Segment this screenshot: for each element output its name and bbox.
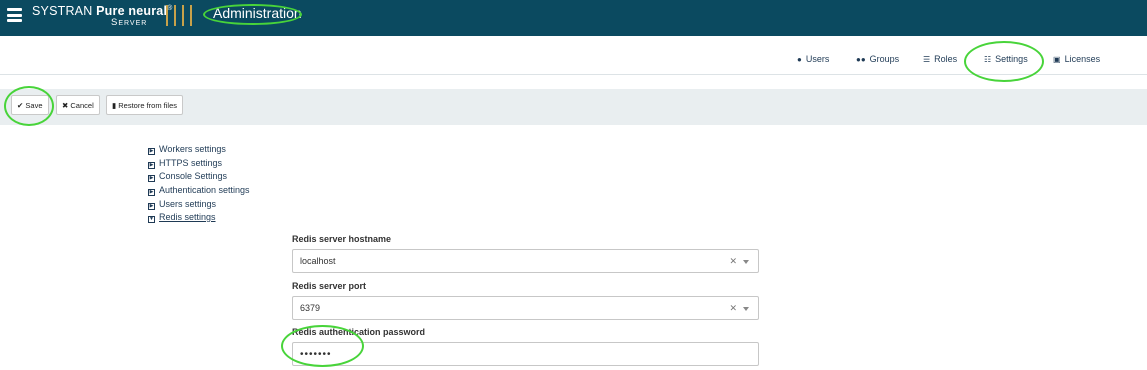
tab-licenses-label: Licenses [1064,54,1101,64]
collapse-icon: ▼ [148,216,155,223]
brand-logo: SYSTRAN Pure neural® Server [32,4,172,28]
section-https[interactable]: ▶ HTTPS settings [148,158,222,169]
tab-users-label: Users [805,54,830,64]
section-console[interactable]: ▶ Console Settings [148,171,227,182]
chevron-down-icon[interactable] [743,307,749,311]
section-label: Authentication settings [159,185,250,195]
redis-hostname-value: localhost [300,256,336,266]
highlight-ellipse-settings [964,41,1044,82]
restore-button[interactable]: ▮ Restore from files [106,95,184,115]
section-label: HTTPS settings [159,158,223,168]
top-bar: SYSTRAN Pure neural® Server Administrati… [0,0,1147,36]
list-icon: ☰ [923,55,931,64]
redis-hostname-field[interactable]: localhost ✕ [292,249,759,273]
brand-bold: Pure neural [96,4,168,18]
tab-roles[interactable]: ☰ Roles [923,54,957,64]
close-icon: ✖ [62,101,69,110]
section-label: Workers settings [159,144,226,154]
brand-subtitle: Server [111,17,148,28]
tab-roles-label: Roles [934,54,958,64]
highlight-ellipse-title [203,4,302,25]
section-label: Redis settings [159,212,216,222]
cancel-button-label: Cancel [70,101,94,110]
highlight-ellipse-password [281,325,364,367]
id-card-icon: ▣ [1053,55,1061,64]
redis-hostname-label: Redis server hostname [292,234,392,244]
tab-groups-label: Groups [869,54,900,64]
expand-icon: ▶ [148,189,155,196]
expand-icon: ▶ [148,148,155,155]
chevron-down-icon[interactable] [743,260,749,264]
tab-groups[interactable]: ●● Groups [856,54,899,64]
file-icon: ▮ [112,101,117,110]
tab-users[interactable]: ● Users [797,54,829,64]
redis-port-label: Redis server port [292,281,367,291]
hamburger-menu-icon[interactable] [7,8,22,22]
cancel-button[interactable]: ✖ Cancel [56,95,100,115]
clear-icon[interactable]: ✕ [729,250,737,272]
restore-button-label: Restore from files [118,101,178,110]
redis-port-value: 6379 [300,303,321,313]
group-icon: ●● [856,55,866,64]
section-label: Console Settings [159,171,228,181]
user-icon: ● [797,55,802,64]
section-users[interactable]: ▶ Users settings [148,199,216,210]
tab-licenses[interactable]: ▣ Licenses [1053,54,1100,64]
expand-icon: ▶ [148,162,155,169]
expand-icon: ▶ [148,175,155,182]
section-redis[interactable]: ▼ Redis settings [148,212,216,223]
highlight-ellipse-save [4,86,54,126]
redis-port-field[interactable]: 6379 ✕ [292,296,759,320]
brand-prefix: SYSTRAN [32,4,93,18]
clear-icon[interactable]: ✕ [729,297,737,319]
section-label: Users settings [159,199,217,209]
section-authentication[interactable]: ▶ Authentication settings [148,185,250,196]
section-workers[interactable]: ▶ Workers settings [148,144,226,155]
expand-icon: ▶ [148,203,155,210]
